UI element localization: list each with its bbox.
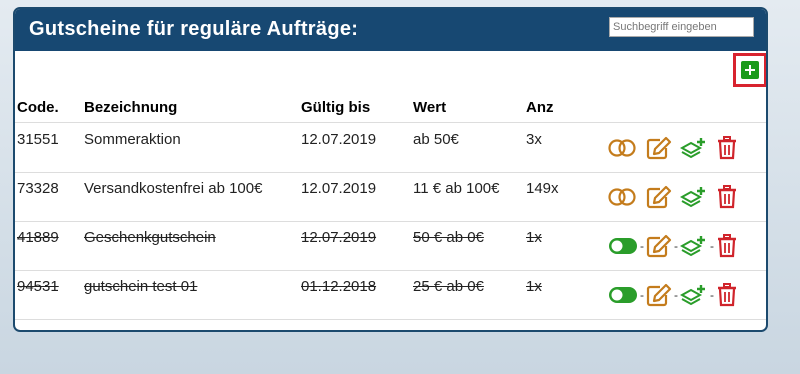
- toggle-icon[interactable]: [608, 237, 638, 255]
- add-voucher-button[interactable]: [733, 53, 766, 87]
- cell-code: 31551: [17, 131, 59, 148]
- layers-plus-icon[interactable]: [680, 185, 708, 209]
- action-separator: -: [640, 239, 644, 253]
- cell-code: 73328: [17, 180, 59, 197]
- edit-icon[interactable]: [646, 136, 672, 160]
- search-input[interactable]: [609, 17, 754, 37]
- cell-count: 149x: [526, 180, 559, 197]
- trash-icon[interactable]: [716, 185, 738, 209]
- cell-value: 25 € ab 0€: [413, 278, 484, 295]
- table-row: 41889 Geschenkgutschein 12.07.2019 50 € …: [15, 221, 766, 271]
- cell-name: Geschenkgutschein: [84, 229, 216, 246]
- column-header-value: Wert: [413, 99, 447, 116]
- table-header: Code. Bezeichnung Gültig bis Wert Anz: [15, 94, 766, 123]
- edit-icon[interactable]: [646, 234, 672, 258]
- column-header-valid-until: Gültig bis: [301, 99, 371, 116]
- action-separator: -: [674, 288, 678, 302]
- table-row: 94531 gutschein test 01 01.12.2018 25 € …: [15, 270, 766, 320]
- cell-count: 1x: [526, 278, 542, 295]
- row-actions: [608, 184, 738, 210]
- action-separator: -: [710, 288, 714, 302]
- toggle-icon[interactable]: [608, 139, 638, 157]
- trash-icon[interactable]: [716, 234, 738, 258]
- trash-icon[interactable]: [716, 136, 738, 160]
- cell-name: Versandkostenfrei ab 100€: [84, 180, 263, 197]
- row-actions: - - -: [608, 282, 738, 308]
- action-separator: -: [710, 239, 714, 253]
- cell-count: 1x: [526, 229, 542, 246]
- layers-plus-icon[interactable]: [680, 234, 708, 258]
- voucher-panel: Gutscheine für reguläre Aufträge: Code. …: [13, 7, 768, 332]
- edit-icon[interactable]: [646, 185, 672, 209]
- table-row: 73328 Versandkostenfrei ab 100€ 12.07.20…: [15, 172, 766, 222]
- cell-valid-until: 01.12.2018: [301, 278, 377, 295]
- layers-plus-icon[interactable]: [680, 136, 708, 160]
- page-title: Gutscheine für reguläre Aufträge:: [29, 18, 359, 40]
- toggle-icon[interactable]: [608, 286, 638, 304]
- row-actions: [608, 135, 738, 161]
- cell-code: 94531: [17, 278, 59, 295]
- layers-plus-icon[interactable]: [680, 283, 708, 307]
- edit-icon[interactable]: [646, 283, 672, 307]
- action-separator: -: [674, 239, 678, 253]
- cell-value: ab 50€: [413, 131, 459, 148]
- cell-value: 50 € ab 0€: [413, 229, 484, 246]
- trash-icon[interactable]: [716, 283, 738, 307]
- panel-header: Gutscheine für reguläre Aufträge:: [15, 9, 766, 51]
- column-header-code: Code.: [17, 99, 59, 116]
- column-header-name: Bezeichnung: [84, 99, 178, 116]
- cell-count: 3x: [526, 131, 542, 148]
- table-row: 31551 Sommeraktion 12.07.2019 ab 50€ 3x: [15, 123, 766, 173]
- cell-code: 41889: [17, 229, 59, 246]
- cell-valid-until: 12.07.2019: [301, 180, 377, 197]
- cell-name: Sommeraktion: [84, 131, 181, 148]
- cell-valid-until: 12.07.2019: [301, 229, 377, 246]
- toggle-icon[interactable]: [608, 188, 638, 206]
- cell-value: 11 € ab 100€: [413, 180, 500, 197]
- plus-square-icon: [741, 61, 759, 79]
- column-header-count: Anz: [526, 99, 554, 116]
- action-separator: -: [640, 288, 644, 302]
- row-actions: - - -: [608, 233, 738, 259]
- cell-valid-until: 12.07.2019: [301, 131, 377, 148]
- cell-name: gutschein test 01: [84, 278, 198, 295]
